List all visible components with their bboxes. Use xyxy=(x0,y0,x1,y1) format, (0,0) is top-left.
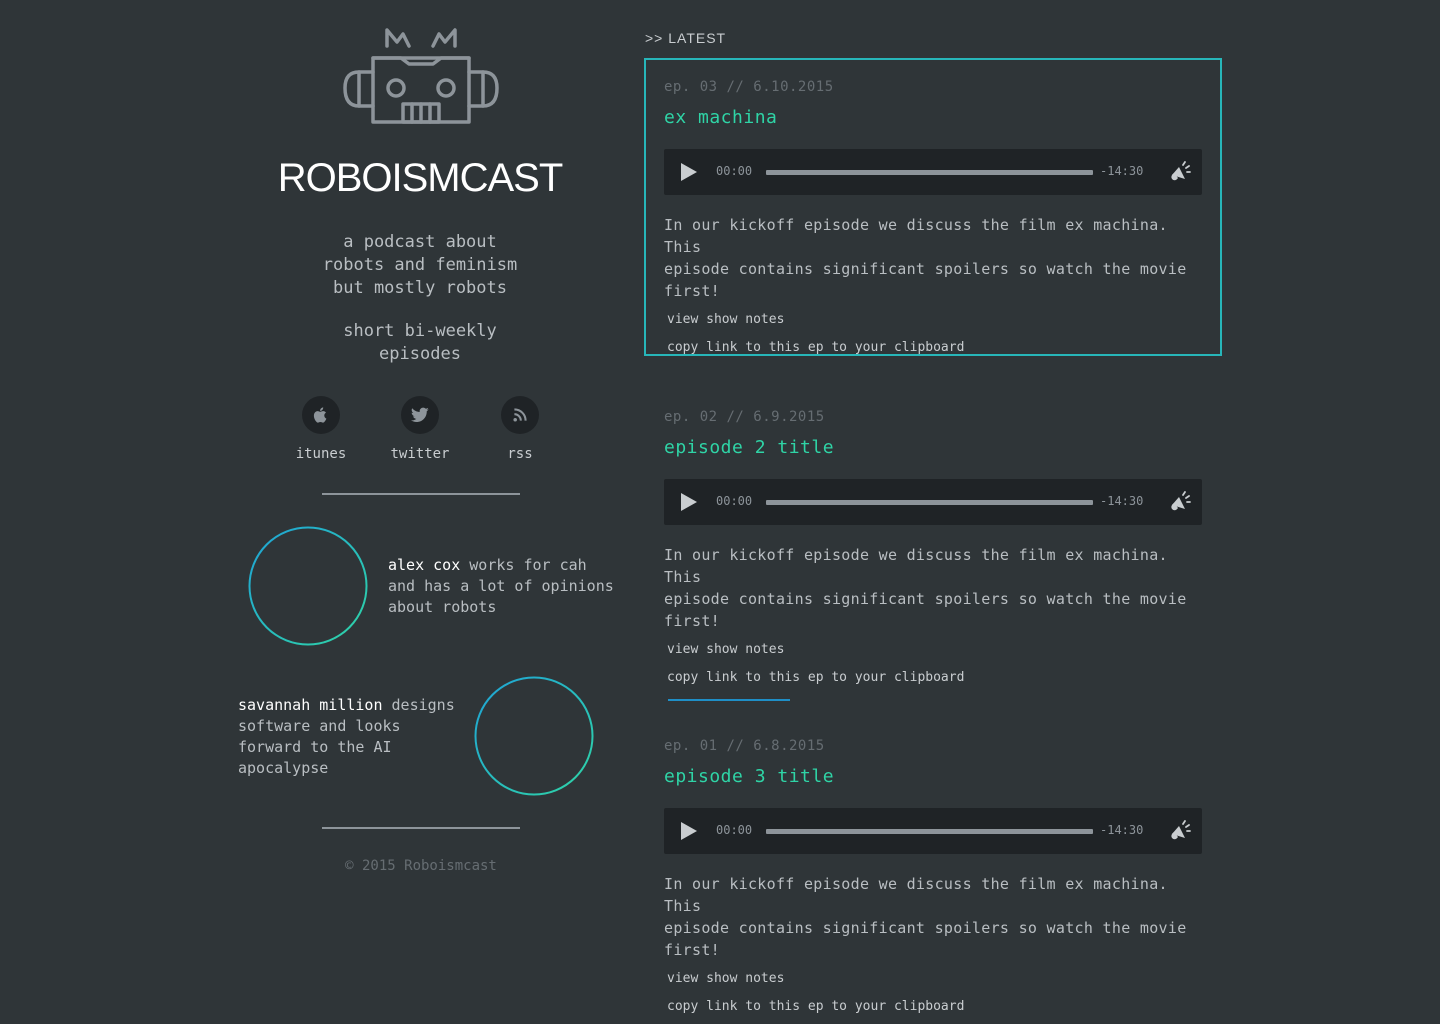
host-bio-line: forward to the AI xyxy=(238,738,392,756)
rss-icon xyxy=(501,396,539,434)
play-icon[interactable] xyxy=(678,162,698,182)
current-time: 00:00 xyxy=(716,823,753,837)
host-bio-line: about robots xyxy=(388,598,497,616)
host-bio-line: and has a lot of opinions xyxy=(388,577,614,595)
description-line: first! xyxy=(664,282,720,300)
host-bio-line: works for cah xyxy=(460,556,587,574)
apple-icon xyxy=(302,396,340,434)
divider xyxy=(322,493,520,495)
tagline: a podcast about robots and feminism but … xyxy=(260,231,580,300)
host-bio-line: software and looks xyxy=(238,717,401,735)
schedule-line: short bi-weekly xyxy=(343,321,497,341)
show-notes-link[interactable]: view show notes xyxy=(667,970,1202,988)
host-name: alex cox xyxy=(388,556,461,574)
audio-player: 00:00 -14:30 xyxy=(664,149,1202,195)
show-notes-link[interactable]: view show notes xyxy=(667,641,1202,659)
episode-description: In our kickoff episode we discuss the fi… xyxy=(664,214,1200,302)
description-line: episode contains significant spoilers so… xyxy=(664,919,1187,937)
progress-track[interactable] xyxy=(766,829,1093,834)
twitter-icon xyxy=(401,396,439,434)
tagline-line: but mostly robots xyxy=(333,278,507,298)
social-label: rss xyxy=(507,446,533,462)
episode-card: ep. 02 // 6.9.2015 episode 2 title 00:00… xyxy=(644,388,1222,685)
description-line: episode contains significant spoilers so… xyxy=(664,260,1187,278)
episode-title[interactable]: episode 2 title xyxy=(664,437,1202,459)
social-label: itunes xyxy=(295,446,347,462)
site-title: ROBOISMCAST xyxy=(277,156,564,200)
episode-meta: ep. 03 // 6.10.2015 xyxy=(664,79,834,95)
episode-title[interactable]: episode 3 title xyxy=(664,766,1202,788)
host-avatar-alex xyxy=(248,526,368,646)
remaining-time: -14:30 xyxy=(1100,164,1144,178)
tagline-line: a podcast about xyxy=(343,232,497,252)
description-line: In our kickoff episode we discuss the fi… xyxy=(664,875,1168,915)
volume-icon[interactable] xyxy=(1169,161,1191,183)
episode-divider xyxy=(668,699,790,701)
social-link-rss[interactable]: rss xyxy=(480,396,560,463)
play-icon[interactable] xyxy=(678,821,698,841)
schedule-text: short bi-weekly episodes xyxy=(260,320,580,366)
audio-player: 00:00 -14:30 xyxy=(664,808,1202,854)
copy-link[interactable]: copy link to this ep to your clipboard xyxy=(667,669,1202,687)
divider xyxy=(322,827,520,829)
current-time: 00:00 xyxy=(716,494,753,508)
description-line: In our kickoff episode we discuss the fi… xyxy=(664,546,1168,586)
description-line: In our kickoff episode we discuss the fi… xyxy=(664,216,1168,256)
audio-player: 00:00 -14:30 xyxy=(664,479,1202,525)
robot-logo xyxy=(343,28,499,124)
description-line: first! xyxy=(664,612,720,630)
host-bio-line: designs xyxy=(382,696,455,714)
copy-link[interactable]: copy link to this ep to your clipboard xyxy=(667,998,1202,1016)
copyright: © 2015 Roboismcast xyxy=(345,858,497,874)
host-name: savannah million xyxy=(238,696,383,714)
host-bio-savannah: savannah million designs software and lo… xyxy=(238,695,478,779)
social-label: twitter xyxy=(390,446,450,462)
episode-card: ep. 03 // 6.10.2015 ex machina 00:00 -14… xyxy=(644,58,1222,356)
progress-track[interactable] xyxy=(766,500,1093,505)
episode-card: ep. 01 // 6.8.2015 episode 3 title 00:00… xyxy=(644,717,1222,1017)
current-time: 00:00 xyxy=(716,164,753,178)
episode-meta: ep. 01 // 6.8.2015 xyxy=(664,738,825,754)
show-notes-link[interactable]: view show notes xyxy=(667,311,1200,329)
social-link-itunes[interactable]: itunes xyxy=(281,396,361,463)
copy-link[interactable]: copy link to this ep to your clipboard xyxy=(667,339,1200,357)
description-line: episode contains significant spoilers so… xyxy=(664,590,1187,608)
remaining-time: -14:30 xyxy=(1100,494,1144,508)
episode-description: In our kickoff episode we discuss the fi… xyxy=(664,544,1202,632)
description-line: first! xyxy=(664,941,720,959)
host-avatar-savannah xyxy=(474,676,594,796)
episode-meta: ep. 02 // 6.9.2015 xyxy=(664,409,825,425)
remaining-time: -14:30 xyxy=(1100,823,1144,837)
host-bio-alex: alex cox works for cah and has a lot of … xyxy=(388,555,628,618)
volume-icon[interactable] xyxy=(1169,491,1191,513)
section-label: >> LATEST xyxy=(645,30,727,46)
host-bio-line: apocalypse xyxy=(238,759,329,777)
social-link-twitter[interactable]: twitter xyxy=(380,396,460,463)
progress-track[interactable] xyxy=(766,170,1093,175)
volume-icon[interactable] xyxy=(1169,820,1191,842)
episode-title[interactable]: ex machina xyxy=(664,107,1200,129)
tagline-line: robots and feminism xyxy=(322,255,518,275)
play-icon[interactable] xyxy=(678,492,698,512)
schedule-line: episodes xyxy=(379,344,461,364)
episode-description: In our kickoff episode we discuss the fi… xyxy=(664,873,1202,961)
